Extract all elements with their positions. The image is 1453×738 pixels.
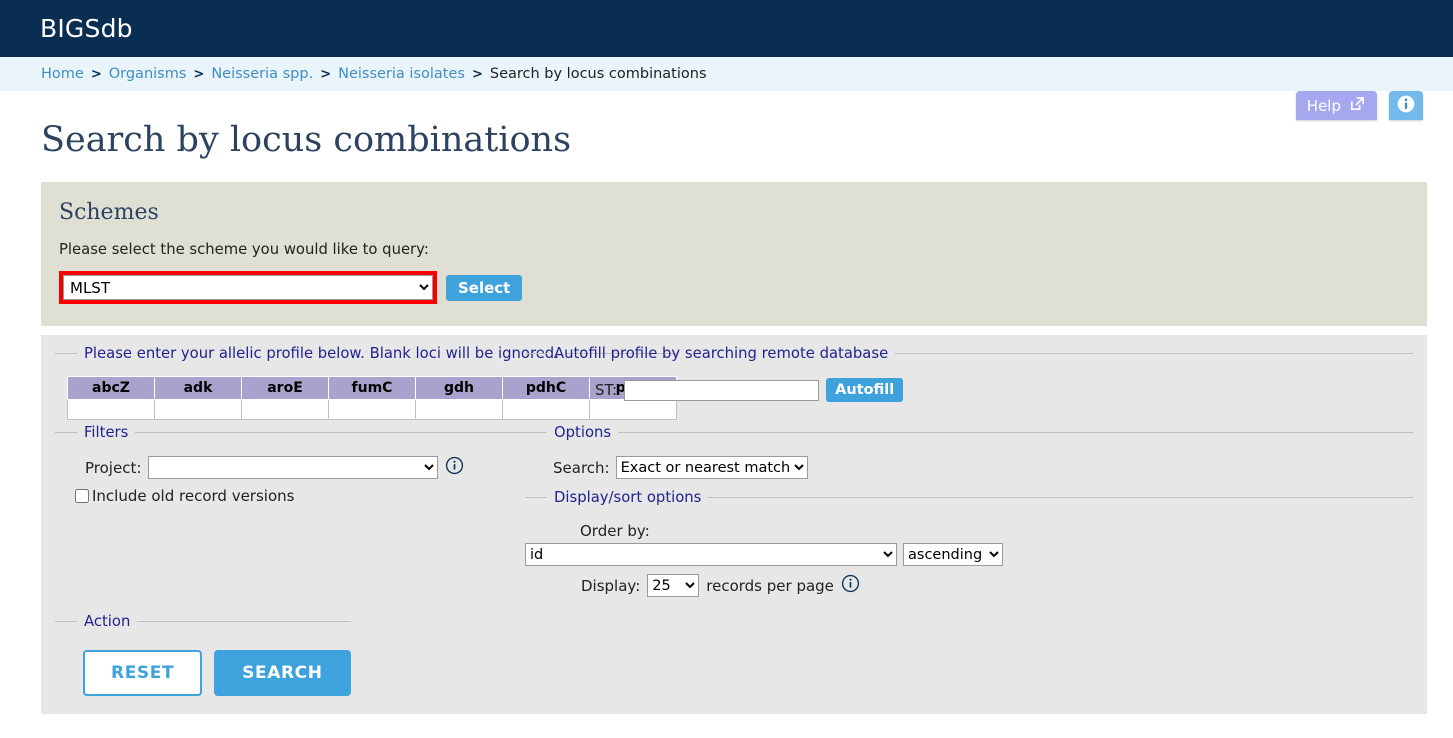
search-mode-select[interactable]: Exact or nearest match bbox=[615, 456, 808, 479]
filters-fieldset: Filters Project: Include old record vers… bbox=[55, 424, 525, 505]
options-column: Options Search: Exact or nearest match D… bbox=[525, 424, 1413, 597]
breadcrumb-separator: > bbox=[193, 66, 205, 82]
profile-autofill-row: Please enter your allelic profile below.… bbox=[55, 345, 1413, 420]
breadcrumb-separator: > bbox=[90, 66, 102, 82]
records-per-page-suffix: records per page bbox=[706, 576, 834, 595]
allelic-profile-column: Please enter your allelic profile below.… bbox=[55, 345, 677, 420]
scheme-select-button[interactable]: Select bbox=[446, 274, 523, 301]
locus-header-fumC: fumC bbox=[328, 376, 416, 400]
table-row bbox=[67, 399, 677, 420]
locus-input-adk[interactable] bbox=[155, 401, 241, 419]
locus-cell-pgm bbox=[589, 399, 677, 420]
locus-input-pgm[interactable] bbox=[590, 401, 676, 419]
breadcrumb-item-home[interactable]: Home bbox=[41, 66, 84, 82]
info-icon bbox=[1396, 94, 1416, 118]
autofill-row: ST: Autofill bbox=[525, 378, 1413, 402]
search-mode-row: Search: Exact or nearest match bbox=[525, 456, 1413, 479]
query-panel: Please enter your allelic profile below.… bbox=[41, 335, 1427, 714]
st-input[interactable] bbox=[624, 379, 820, 401]
locus-cell-fumC bbox=[328, 399, 416, 420]
breadcrumb-item-neisseria-spp[interactable]: Neisseria spp. bbox=[211, 66, 313, 82]
help-button[interactable]: Help bbox=[1295, 91, 1377, 120]
search-mode-label: Search: bbox=[553, 458, 610, 477]
records-per-page-select[interactable]: 25 bbox=[647, 574, 700, 597]
locus-input-aroE[interactable] bbox=[242, 401, 328, 419]
autofill-button[interactable]: Autofill bbox=[826, 378, 904, 402]
site-title: BIGSdb bbox=[40, 14, 133, 43]
locus-cell-adk bbox=[154, 399, 242, 420]
search-button[interactable]: SEARCH bbox=[214, 650, 351, 696]
reset-button[interactable]: RESET bbox=[83, 650, 203, 696]
help-button-label: Help bbox=[1306, 96, 1341, 115]
records-per-page-row: Display: 25 records per page bbox=[525, 574, 1413, 597]
locus-input-abcZ[interactable] bbox=[68, 401, 154, 419]
filters-column: Filters Project: Include old record vers… bbox=[55, 424, 525, 505]
order-by-select[interactable]: id bbox=[525, 543, 897, 566]
display-label: Display: bbox=[581, 576, 641, 595]
info-button[interactable] bbox=[1389, 91, 1423, 120]
display-sort-fieldset: Display/sort options Order by: id ascend… bbox=[525, 489, 1413, 597]
project-info-icon[interactable] bbox=[445, 456, 464, 479]
locus-cell-pdhC bbox=[502, 399, 590, 420]
locus-cell-abcZ bbox=[67, 399, 155, 420]
locus-cell-aroE bbox=[241, 399, 329, 420]
options-fieldset: Options Search: Exact or nearest match bbox=[525, 424, 1413, 479]
locus-input-fumC[interactable] bbox=[329, 401, 415, 419]
st-label: ST: bbox=[595, 381, 618, 399]
breadcrumb-item-neisseria-isolates[interactable]: Neisseria isolates bbox=[338, 66, 465, 82]
external-link-icon bbox=[1349, 95, 1366, 116]
schemes-description: Please select the scheme you would like … bbox=[59, 241, 429, 258]
breadcrumb-separator: > bbox=[320, 66, 332, 82]
action-fieldset: Action RESET SEARCH bbox=[55, 613, 351, 696]
order-by-row: id ascending bbox=[525, 543, 1413, 566]
options-legend: Options bbox=[554, 424, 612, 441]
action-buttons: RESET SEARCH bbox=[83, 650, 351, 696]
filters-options-row: Filters Project: Include old record vers… bbox=[55, 424, 1413, 597]
autofill-legend: Autofill profile by searching remote dat… bbox=[554, 345, 889, 362]
scheme-select-row: MLST Select bbox=[59, 271, 1409, 304]
locus-cell-gdh bbox=[415, 399, 503, 420]
include-old-versions-row[interactable]: Include old record versions bbox=[55, 487, 525, 505]
locus-header-abcZ: abcZ bbox=[67, 376, 155, 400]
breadcrumb-item-current: Search by locus combinations bbox=[489, 66, 707, 82]
scheme-select-highlight: MLST bbox=[59, 271, 437, 304]
locus-input-gdh[interactable] bbox=[416, 401, 502, 419]
site-header: BIGSdb bbox=[0, 0, 1453, 57]
project-select[interactable] bbox=[148, 456, 439, 479]
autofill-column: Autofill profile by searching remote dat… bbox=[525, 345, 1413, 402]
sort-direction-select[interactable]: ascending bbox=[903, 543, 1003, 566]
autofill-fieldset: Autofill profile by searching remote dat… bbox=[525, 345, 1413, 402]
page-toolbar: Help bbox=[1295, 91, 1423, 120]
breadcrumb: Home > Organisms > Neisseria spp. > Neis… bbox=[0, 57, 1453, 91]
display-sort-legend: Display/sort options bbox=[554, 489, 702, 506]
page-title: Search by locus combinations bbox=[41, 120, 572, 160]
records-info-icon[interactable] bbox=[841, 574, 860, 597]
project-filter-row: Project: bbox=[55, 456, 525, 479]
action-row: Action RESET SEARCH bbox=[55, 613, 1413, 696]
order-by-label: Order by: bbox=[580, 522, 650, 540]
locus-header-adk: adk bbox=[154, 376, 242, 400]
include-old-versions-label: Include old record versions bbox=[92, 487, 295, 505]
schemes-heading: Schemes bbox=[59, 200, 159, 225]
breadcrumb-item-organisms[interactable]: Organisms bbox=[109, 66, 187, 82]
breadcrumb-separator: > bbox=[471, 66, 483, 82]
filters-legend: Filters bbox=[84, 424, 129, 441]
action-legend: Action bbox=[84, 613, 131, 630]
allelic-profile-legend: Please enter your allelic profile below.… bbox=[84, 345, 559, 362]
scheme-select[interactable]: MLST bbox=[63, 275, 433, 300]
include-old-versions-checkbox[interactable] bbox=[75, 489, 89, 503]
locus-header-gdh: gdh bbox=[415, 376, 503, 400]
project-label: Project: bbox=[85, 458, 142, 477]
schemes-panel: Schemes Please select the scheme you wou… bbox=[41, 182, 1427, 326]
locus-header-aroE: aroE bbox=[241, 376, 329, 400]
locus-input-pdhC[interactable] bbox=[503, 401, 589, 419]
